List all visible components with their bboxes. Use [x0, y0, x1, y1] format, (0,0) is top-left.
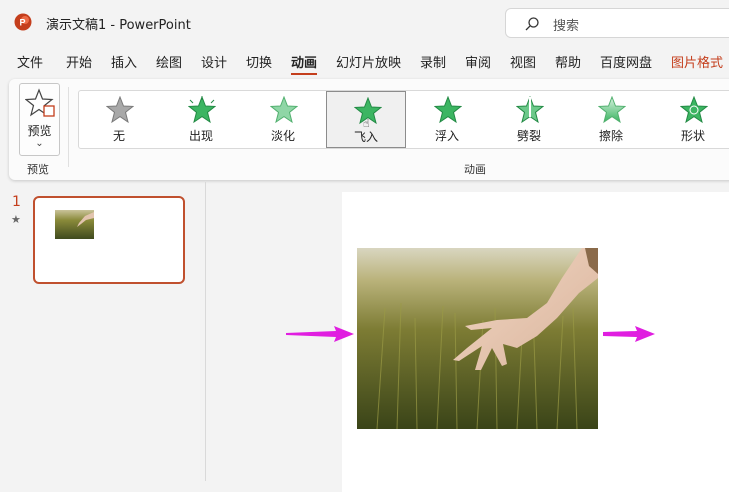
tab-slideshow[interactable]: 幻灯片放映 — [336, 52, 401, 71]
svg-text:P: P — [20, 18, 26, 28]
animation-wipe[interactable]: 擦除 — [571, 91, 651, 148]
animation-fly-in[interactable]: ☝ 飞入 — [326, 91, 406, 148]
animation-group-label: 动画 — [464, 163, 486, 176]
left-arrow-icon — [286, 326, 354, 342]
animation-label: 无 — [112, 129, 125, 143]
animation-label: 擦除 — [598, 129, 623, 143]
animation-none[interactable]: 无 — [79, 91, 159, 148]
slide-thumbnail-pane: 1 ★ — [0, 182, 206, 481]
tab-design[interactable]: 设计 — [201, 52, 227, 71]
tab-transitions[interactable]: 切换 — [246, 52, 272, 71]
animation-label: 浮入 — [434, 129, 459, 143]
tab-review[interactable]: 审阅 — [465, 52, 491, 71]
right-arrow-icon — [603, 326, 655, 342]
animation-fade[interactable]: 淡化 — [243, 91, 323, 148]
animation-label: 飞入 — [353, 130, 378, 144]
tab-insert[interactable]: 插入 — [111, 52, 137, 71]
tab-help[interactable]: 帮助 — [555, 52, 581, 71]
animation-appear[interactable]: 出现 — [161, 91, 241, 148]
animation-label: 劈裂 — [516, 129, 541, 143]
star-split-icon — [516, 96, 544, 124]
powerpoint-logo-icon: P — [14, 13, 32, 31]
slide-thumbnail[interactable] — [33, 196, 185, 284]
preview-button[interactable]: 预览 ⌄ — [19, 83, 60, 156]
ribbon-panel: 预览 ⌄ 预览 无 出现 淡化 ☝ 飞入 浮入 劈裂 擦除 形状 动画 — [9, 79, 729, 180]
search-box[interactable]: 搜索 — [505, 8, 729, 38]
window-title: 演示文稿1 - PowerPoint — [46, 18, 191, 33]
tab-baidu-netdisk[interactable]: 百度网盘 — [600, 52, 652, 71]
chevron-down-icon[interactable]: ⌄ — [20, 138, 59, 149]
animation-gallery: 无 出现 淡化 ☝ 飞入 浮入 劈裂 擦除 形状 — [78, 90, 729, 149]
tab-picture-format[interactable]: 图片格式 — [671, 52, 723, 71]
animation-label: 形状 — [680, 129, 705, 143]
preview-star-icon — [25, 88, 55, 117]
group-divider — [68, 87, 69, 167]
star-float-in-icon — [434, 96, 462, 124]
animation-marker-icon: ★ — [11, 213, 21, 226]
preview-label: 预览 — [27, 124, 52, 138]
tab-animations[interactable]: 动画 — [291, 52, 318, 75]
search-icon — [525, 17, 539, 31]
animation-shape[interactable]: 形状 — [653, 91, 729, 148]
slide-number: 1 — [12, 194, 21, 210]
animation-float-in[interactable]: 浮入 — [407, 91, 487, 148]
tab-home[interactable]: 开始 — [66, 52, 92, 71]
animation-label: 出现 — [188, 129, 213, 143]
wheat-field-photo[interactable] — [357, 248, 598, 429]
preview-group-label: 预览 — [27, 163, 49, 176]
star-wipe-icon — [598, 96, 626, 124]
star-appear-icon — [188, 96, 216, 124]
star-none-icon — [106, 96, 134, 124]
star-shape-icon — [680, 96, 708, 124]
tab-draw[interactable]: 绘图 — [156, 52, 182, 71]
animation-label: 淡化 — [270, 129, 295, 143]
search-placeholder: 搜索 — [553, 19, 580, 34]
title-bar: P 演示文稿1 - PowerPoint 搜索 — [0, 0, 729, 46]
star-fade-icon — [270, 96, 298, 124]
thumbnail-photo — [55, 210, 94, 239]
animation-split[interactable]: 劈裂 — [489, 91, 569, 148]
ribbon-tabs: 文件 开始 插入 绘图 设计 切换 动画 幻灯片放映 录制 审阅 视图 帮助 百… — [0, 52, 729, 76]
tab-view[interactable]: 视图 — [510, 52, 536, 71]
tab-record[interactable]: 录制 — [420, 52, 446, 71]
tab-file[interactable]: 文件 — [17, 52, 43, 71]
